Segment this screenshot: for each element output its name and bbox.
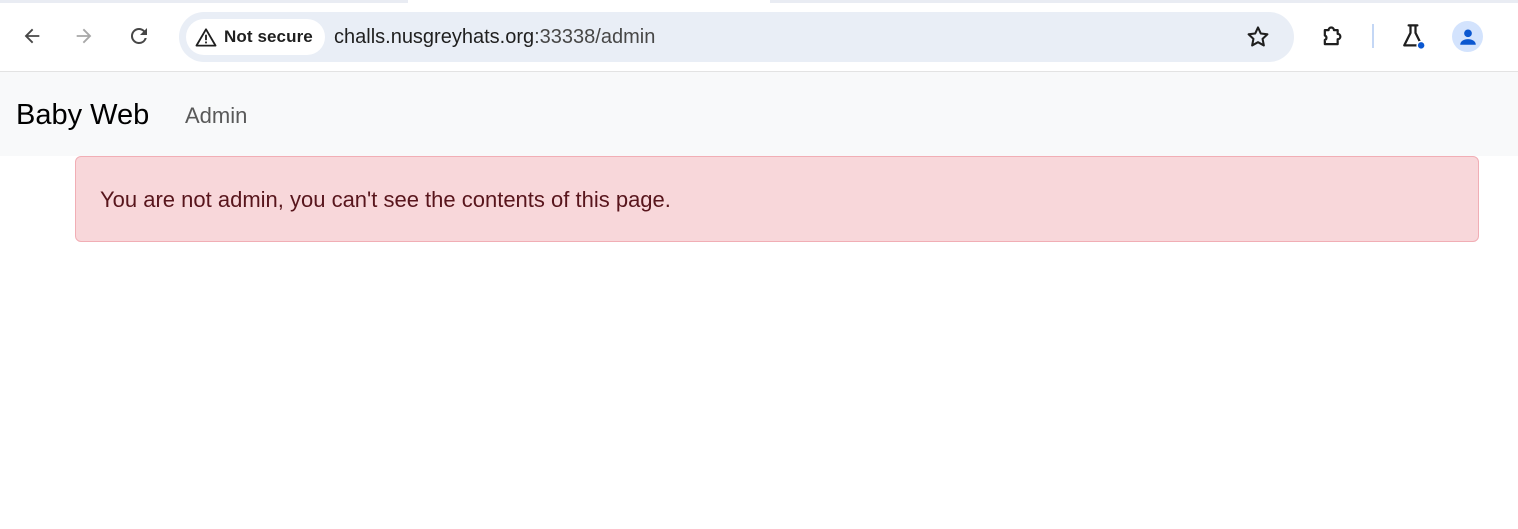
warning-triangle-icon xyxy=(195,28,217,47)
error-alert: You are not admin, you can't see the con… xyxy=(75,156,1479,242)
toolbar-divider xyxy=(1372,24,1374,48)
url-host: challs.nusgreyhats.org xyxy=(334,26,535,48)
tab-strip-edge xyxy=(0,0,1518,3)
puzzle-piece-icon xyxy=(1323,26,1342,46)
arrow-right-icon xyxy=(76,28,92,44)
arrow-left-icon xyxy=(24,28,40,44)
nav-link-admin[interactable]: Admin xyxy=(185,72,247,156)
extensions-button[interactable] xyxy=(1315,18,1351,54)
bookmark-button[interactable] xyxy=(1242,21,1274,53)
flask-icon xyxy=(1403,24,1426,51)
site-navbar: Baby Web Admin xyxy=(0,72,1518,156)
navbar-brand[interactable]: Baby Web xyxy=(16,72,149,156)
address-bar[interactable]: Not secure challs.nusgreyhats.org:33338/… xyxy=(179,12,1294,62)
alert-message: You are not admin, you can't see the con… xyxy=(100,187,671,212)
profile-avatar[interactable] xyxy=(1452,21,1483,52)
active-tab-edge xyxy=(408,0,770,3)
url-text[interactable]: challs.nusgreyhats.org:33338/admin xyxy=(334,12,655,62)
reload-icon xyxy=(130,27,147,44)
security-label: Not secure xyxy=(224,27,313,46)
star-icon xyxy=(1247,26,1269,47)
back-button[interactable] xyxy=(14,18,50,54)
person-icon xyxy=(1459,28,1476,45)
browser-toolbar: Not secure challs.nusgreyhats.org:33338/… xyxy=(0,0,1518,72)
reload-button[interactable] xyxy=(121,18,157,54)
security-chip[interactable]: Not secure xyxy=(186,19,325,55)
labs-button[interactable] xyxy=(1395,18,1431,54)
url-path: :33338/admin xyxy=(534,26,656,48)
forward-button[interactable] xyxy=(66,18,102,54)
